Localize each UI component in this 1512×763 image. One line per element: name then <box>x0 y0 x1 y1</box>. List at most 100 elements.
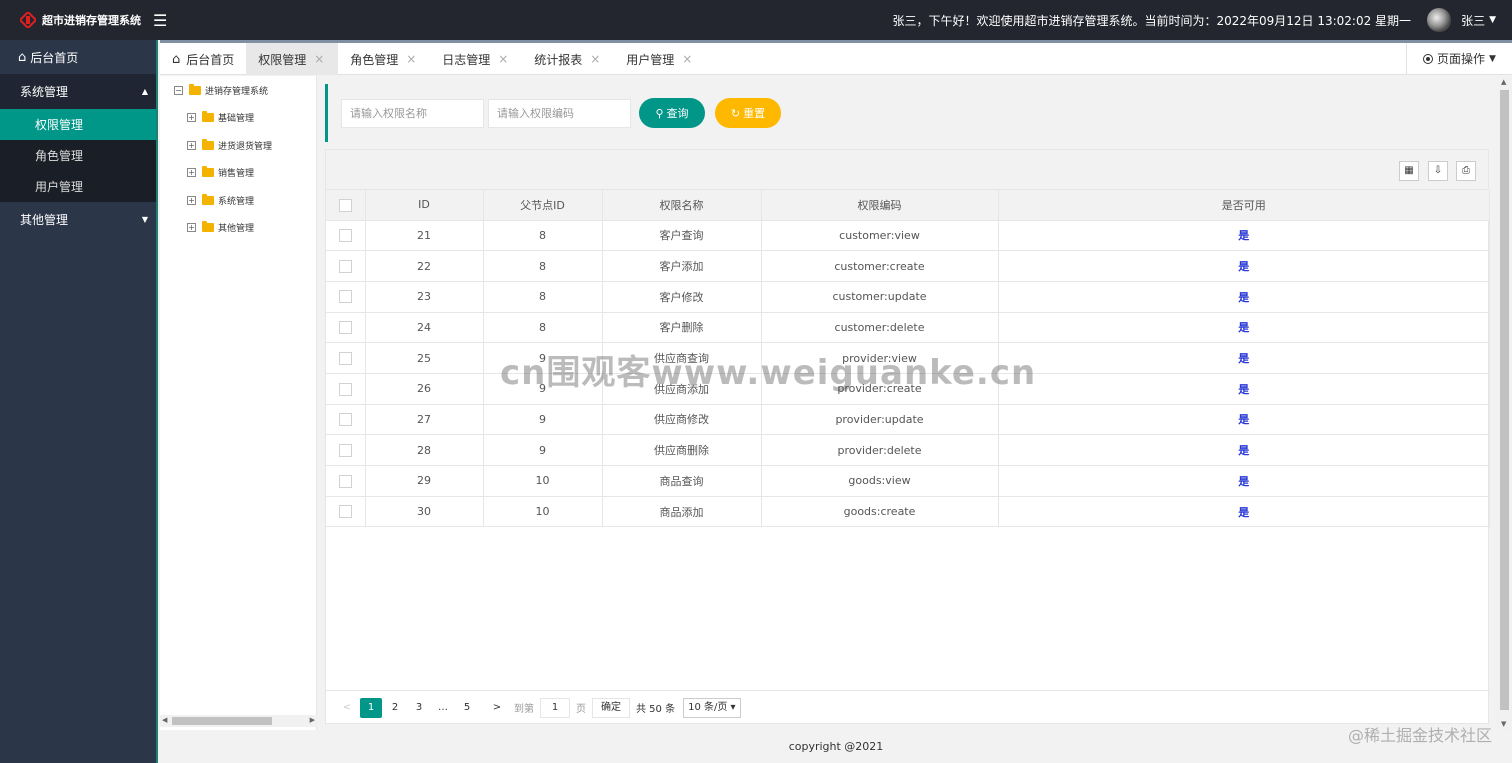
row-checkbox[interactable] <box>326 373 366 405</box>
close-icon[interactable]: × <box>682 52 692 66</box>
tab-home[interactable]: ⌂ 后台首页 <box>160 43 246 75</box>
tree-node[interactable]: + 进货退货管理 <box>187 139 272 152</box>
table-cell: 是 <box>998 465 1490 497</box>
row-checkbox[interactable] <box>326 404 366 436</box>
table-row[interactable]: 27 9 供应商修改 provider:update 是 <box>326 404 1490 436</box>
permission-name-input[interactable]: 请输入权限名称 <box>341 98 484 128</box>
user-name[interactable]: 张三 <box>1461 12 1485 29</box>
tab-role[interactable]: 角色管理 × <box>338 43 430 75</box>
page-number[interactable]: 3 <box>408 698 430 718</box>
row-checkbox[interactable] <box>326 465 366 497</box>
row-checkbox[interactable] <box>326 250 366 282</box>
sidebar-item-role[interactable]: 角色管理 <box>0 140 158 171</box>
row-checkbox[interactable] <box>326 434 366 466</box>
table-cell: 是 <box>998 404 1490 436</box>
row-checkbox[interactable] <box>326 281 366 313</box>
sidebar-item-home[interactable]: ⌂ 后台首页 <box>0 40 158 74</box>
goto-confirm-button[interactable]: 确定 <box>592 697 630 718</box>
home-icon: ⌂ <box>172 51 181 67</box>
columns-icon[interactable]: ▦ <box>1399 161 1419 181</box>
export-icon[interactable]: ⇩ <box>1428 161 1448 181</box>
table-row[interactable]: 28 9 供应商删除 provider:delete 是 <box>326 434 1490 466</box>
table-row[interactable]: 30 10 商品添加 goods:create 是 <box>326 496 1490 528</box>
close-icon[interactable]: × <box>406 52 416 66</box>
table-cell: provider:view <box>761 342 999 374</box>
page-operations-menu[interactable]: 页面操作 ▼ <box>1406 43 1512 74</box>
table-cell: 21 <box>365 220 484 252</box>
expand-icon[interactable]: + <box>187 141 196 150</box>
avatar[interactable] <box>1427 8 1452 32</box>
page-number[interactable]: 5 <box>456 698 478 718</box>
select-all-checkbox[interactable] <box>326 190 366 221</box>
expand-icon[interactable]: + <box>187 168 196 177</box>
close-icon[interactable]: × <box>314 52 324 66</box>
permission-code-input[interactable]: 请输入权限编码 <box>488 98 631 128</box>
print-icon[interactable]: ⎙ <box>1456 161 1476 181</box>
column-header[interactable]: ID <box>365 190 484 221</box>
reset-button[interactable]: ↻ 重置 <box>715 98 781 128</box>
table-row[interactable]: 26 9 供应商添加 provider:create 是 <box>326 373 1490 405</box>
sidebar-group-other[interactable]: 其他管理 ▼ <box>0 202 158 237</box>
table-cell: customer:update <box>761 281 999 313</box>
tab-user[interactable]: 用户管理 × <box>614 43 706 75</box>
table-cell: 客户删除 <box>602 312 762 344</box>
tree-node[interactable]: + 系统管理 <box>187 194 254 207</box>
prev-page-icon[interactable]: < <box>336 698 358 718</box>
expand-icon[interactable]: + <box>187 196 196 205</box>
goto-page-input[interactable]: 1 <box>540 697 570 718</box>
table-row[interactable]: 21 8 客户查询 customer:view 是 <box>326 220 1490 252</box>
collapse-icon[interactable]: − <box>174 86 183 95</box>
sidebar-item-user[interactable]: 用户管理 <box>0 171 158 202</box>
page-number[interactable]: 1 <box>360 697 382 718</box>
column-header[interactable]: 父节点ID <box>483 190 603 221</box>
total-count: 共 50 条 <box>636 704 676 715</box>
column-header[interactable]: 权限编码 <box>761 190 999 221</box>
row-checkbox[interactable] <box>326 312 366 344</box>
scroll-thumb[interactable] <box>1500 90 1509 710</box>
tab-report[interactable]: 统计报表 × <box>522 43 614 75</box>
sidebar-item-label: 权限管理 <box>35 118 84 132</box>
tree-node[interactable]: + 销售管理 <box>187 166 254 179</box>
next-page-icon[interactable]: > <box>486 698 508 718</box>
table-row[interactable]: 25 9 供应商查询 provider:view 是 <box>326 342 1490 374</box>
expand-icon[interactable]: + <box>187 113 196 122</box>
arrow-left-icon[interactable]: ◀ <box>162 716 167 724</box>
table-cell: customer:create <box>761 250 999 282</box>
arrow-up-icon[interactable]: ▲ <box>1501 78 1506 86</box>
page-number[interactable]: 2 <box>384 698 406 718</box>
vertical-scrollbar[interactable]: ▲ ▼ <box>1497 76 1512 730</box>
tree-node[interactable]: + 其他管理 <box>187 221 254 234</box>
row-checkbox[interactable] <box>326 496 366 528</box>
table-cell: 9 <box>483 434 603 466</box>
query-button[interactable]: ⚲ 查询 <box>639 98 705 128</box>
scroll-thumb[interactable] <box>172 717 272 725</box>
table-row[interactable]: 22 8 客户添加 customer:create 是 <box>326 250 1490 282</box>
page-size-select[interactable]: 10 条/页 ▾ <box>683 697 741 718</box>
row-checkbox[interactable] <box>326 220 366 252</box>
tab-log[interactable]: 日志管理 × <box>430 43 522 75</box>
column-header[interactable]: 权限名称 <box>602 190 762 221</box>
sidebar-group-system[interactable]: 系统管理 ▲ <box>0 74 158 109</box>
table-cell: 客户添加 <box>602 250 762 282</box>
table-row[interactable]: 24 8 客户删除 customer:delete 是 <box>326 312 1490 344</box>
chevron-down-icon[interactable]: ▼ <box>1489 15 1496 25</box>
tree-node[interactable]: + 基础管理 <box>187 111 254 124</box>
horizontal-scrollbar[interactable]: ◀ ▶ <box>160 715 317 727</box>
chevron-up-icon: ▲ <box>141 87 148 96</box>
footer: copyright @2021 <box>160 730 1512 763</box>
menu-toggle-icon[interactable]: ☰ <box>153 11 167 30</box>
arrow-right-icon[interactable]: ▶ <box>310 716 315 724</box>
table-row[interactable]: 23 8 客户修改 customer:update 是 <box>326 281 1490 313</box>
table-cell: 9 <box>483 404 603 436</box>
expand-icon[interactable]: + <box>187 223 196 232</box>
tree-root[interactable]: − 进销存管理系统 <box>174 84 268 97</box>
tab-label: 权限管理 <box>258 52 307 67</box>
arrow-down-icon[interactable]: ▼ <box>1501 720 1506 728</box>
close-icon[interactable]: × <box>590 52 600 66</box>
tab-permission[interactable]: 权限管理 × <box>246 43 339 75</box>
sidebar-item-permission[interactable]: 权限管理 <box>0 109 158 140</box>
row-checkbox[interactable] <box>326 342 366 374</box>
column-header[interactable]: 是否可用 <box>998 190 1490 221</box>
close-icon[interactable]: × <box>498 52 508 66</box>
table-row[interactable]: 29 10 商品查询 goods:view 是 <box>326 465 1490 497</box>
